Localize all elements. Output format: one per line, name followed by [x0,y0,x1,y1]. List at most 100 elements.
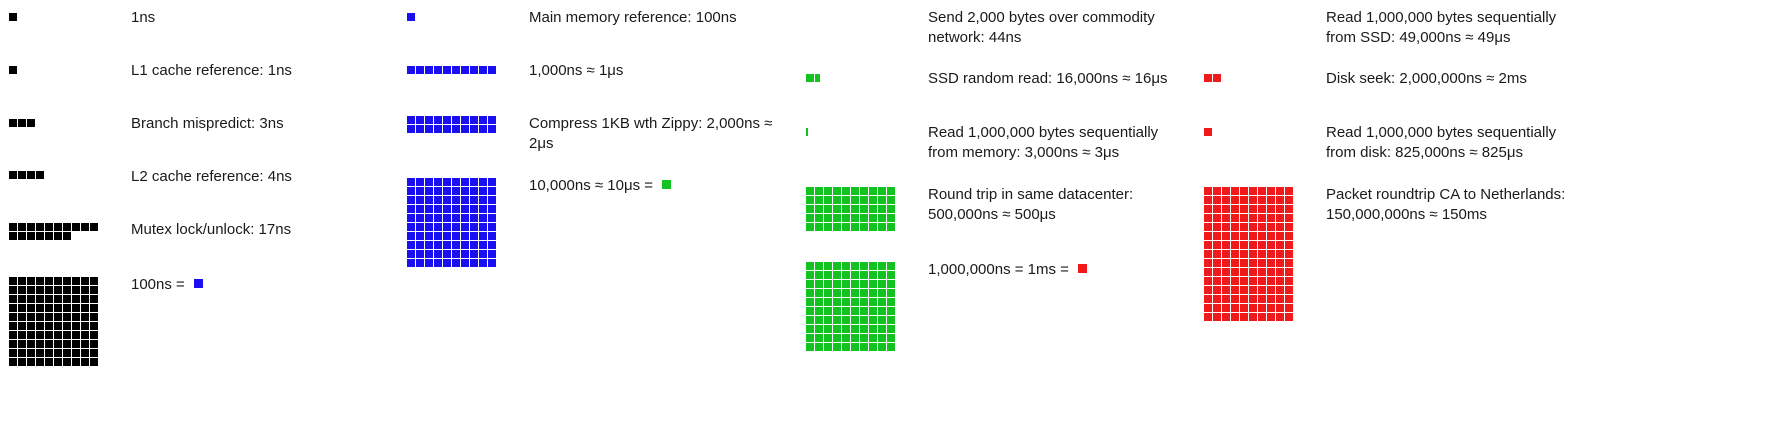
latency-block [1204,128,1212,136]
latency-block [1276,205,1284,213]
latency-block [1213,277,1221,285]
latency-block [1204,286,1212,294]
latency-block [1240,196,1248,204]
latency-block [1213,232,1221,240]
latency-block [1258,277,1266,285]
latency-block [1213,268,1221,276]
latency-block [1213,223,1221,231]
latency-block [1240,232,1248,240]
latency-block [1249,295,1257,303]
latency-block [1276,187,1284,195]
latency-block [1258,187,1266,195]
latency-block [1231,250,1239,258]
latency-block [1249,232,1257,240]
latency-block [1285,187,1293,195]
latency-block [1231,214,1239,222]
latency-block [1204,259,1212,267]
latency-block [1213,196,1221,204]
latency-block [1249,196,1257,204]
latency-block [1249,268,1257,276]
latency-block [1204,304,1212,312]
latency-block [1231,295,1239,303]
latency-block [1258,313,1266,321]
latency-block [1267,268,1275,276]
latency-block [1213,74,1221,82]
latency-block [1204,205,1212,213]
latency-block [1213,295,1221,303]
latency-block [1240,241,1248,249]
latency-block [1213,250,1221,258]
latency-block [1231,196,1239,204]
latency-block [1249,313,1257,321]
latency-block [1240,304,1248,312]
latency-block [1285,259,1293,267]
latency-block [1285,223,1293,231]
latency-block [1249,223,1257,231]
latency-block [1276,241,1284,249]
latency-block [1267,304,1275,312]
latency-block [1267,313,1275,321]
latency-block [1267,277,1275,285]
latency-block [1276,196,1284,204]
latency-block [1231,223,1239,231]
latency-block [1276,277,1284,285]
latency-block [1285,205,1293,213]
latency-block [1258,259,1266,267]
column-4: Read 1,000,000 bytes sequentially from S… [0,0,1769,438]
latency-block [1213,313,1221,321]
latency-block [1222,277,1230,285]
latency-block [1258,214,1266,222]
latency-block [1276,286,1284,294]
latency-block [1231,232,1239,240]
latency-block [1204,295,1212,303]
latency-block [1222,196,1230,204]
latency-block [1222,250,1230,258]
latency-block [1276,232,1284,240]
latency-block [1258,286,1266,294]
latency-block [1249,214,1257,222]
latency-block [1222,232,1230,240]
latency-block [1240,223,1248,231]
latency-block [1231,268,1239,276]
latency-block [1204,223,1212,231]
latency-block [1222,241,1230,249]
latency-block [1222,205,1230,213]
latency-block [1204,74,1212,82]
entry-label: Packet roundtrip CA to Netherlands: 150,… [1326,186,1566,223]
entry-label: Read 1,000,000 bytes sequentially from d… [1326,124,1557,161]
latency-block [1258,304,1266,312]
latency-block [1240,286,1248,294]
latency-block [1267,286,1275,294]
latency-block [1249,250,1257,258]
latency-block [1204,313,1212,321]
latency-block [1285,286,1293,294]
latency-block [1213,205,1221,213]
latency-block [1285,304,1293,312]
latency-block [1213,214,1221,222]
latency-block [1240,268,1248,276]
latency-block [1213,259,1221,267]
latency-block [1213,241,1221,249]
latency-block [1222,313,1230,321]
latency-block [1267,250,1275,258]
latency-block [1240,259,1248,267]
latency-block [1267,223,1275,231]
latency-block [1231,259,1239,267]
latency-block [1240,250,1248,258]
latency-block [1285,313,1293,321]
latency-block [1258,205,1266,213]
latency-block [1231,277,1239,285]
latency-block [1222,304,1230,312]
latency-block [1231,286,1239,294]
latency-block [1276,214,1284,222]
latency-block [1276,295,1284,303]
latency-block [1249,277,1257,285]
latency-block [1213,286,1221,294]
latency-block [1222,187,1230,195]
latency-block [1258,196,1266,204]
latency-block [1231,304,1239,312]
latency-block [1240,214,1248,222]
latency-block [1222,286,1230,294]
latency-block [1222,259,1230,267]
latency-block [1240,205,1248,213]
